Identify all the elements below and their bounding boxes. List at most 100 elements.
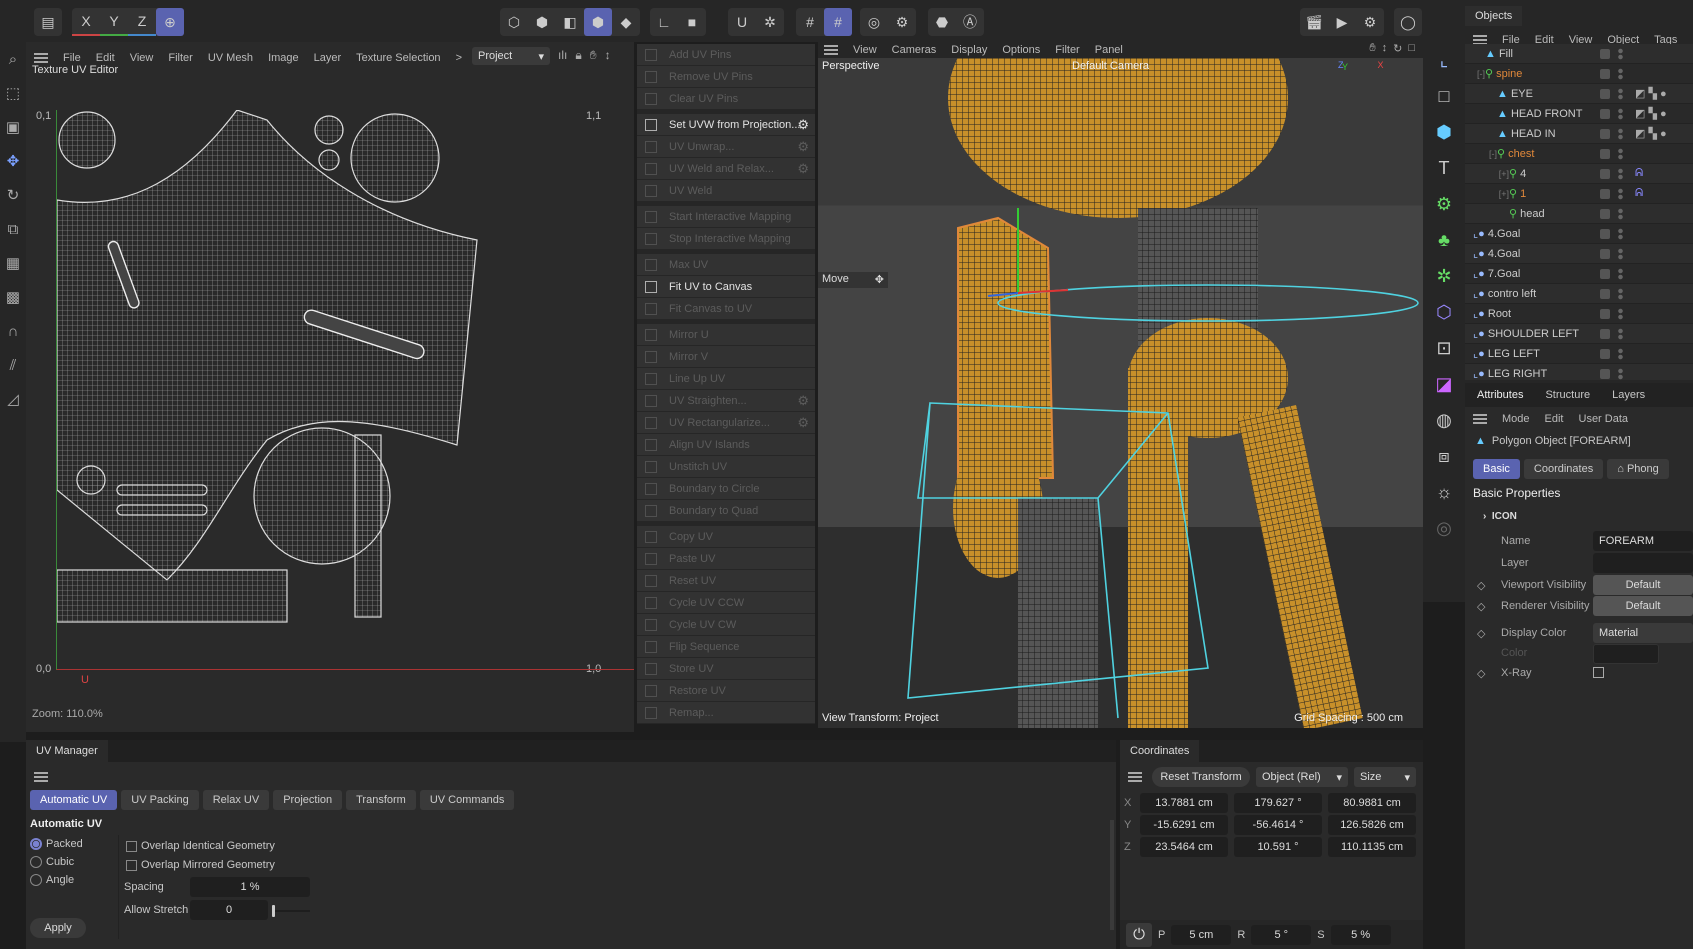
position-step-field[interactable]: 5 cm [1171, 924, 1232, 945]
uv-command-item[interactable]: Boundary to Circle [637, 478, 815, 500]
cube-icon[interactable]: ⬢ [1423, 114, 1465, 150]
material-tags-icon[interactable]: ◩ ▚ ● [1635, 127, 1667, 140]
name-field[interactable]: FOREARM [1593, 531, 1693, 551]
visibility-dots-icon[interactable] [1618, 167, 1623, 180]
menu-layer[interactable]: Layer [314, 52, 342, 64]
pan-icon[interactable]: ✋︎ [590, 48, 597, 63]
snap-toggle-icon[interactable]: ⏻ [1126, 922, 1152, 947]
ik-tag-icon[interactable]: ᕱ [1635, 187, 1643, 200]
uv-command-item[interactable]: Restore UV [637, 680, 815, 702]
visibility-dots-icon[interactable] [1618, 187, 1623, 200]
xray-checkbox[interactable] [1593, 667, 1604, 678]
allow-stretch-slider[interactable] [272, 905, 310, 917]
visibility-dots-icon[interactable] [1618, 287, 1623, 300]
knife-icon[interactable]: ⫽ [0, 348, 26, 382]
points-mode-icon[interactable]: ⬡ [500, 8, 528, 36]
uv-command-item[interactable]: Cycle UV CW [637, 614, 815, 636]
menu-panel[interactable]: Panel [1095, 44, 1123, 56]
visibility-dots-icon[interactable] [1618, 87, 1623, 100]
pan-icon[interactable]: ✋︎ [1369, 42, 1375, 55]
magnet-icon[interactable]: U [728, 8, 756, 36]
menu-view[interactable]: View [130, 52, 154, 64]
plane-icon[interactable]: ◿ [0, 382, 26, 416]
menu-icon[interactable] [824, 45, 838, 55]
uv-command-item[interactable]: Set UVW from Projection... ⚙ [637, 114, 815, 136]
tab-attributes[interactable]: Attributes [1477, 389, 1523, 401]
position-field[interactable]: 13.7881 cm [1140, 793, 1228, 813]
tab-objects[interactable]: Objects [1465, 6, 1523, 26]
keyframe-diamond-icon[interactable]: ◇ [1477, 667, 1485, 680]
visibility-dots-icon[interactable] [1618, 127, 1623, 140]
uv-command-item[interactable]: Add UV Pins [637, 44, 815, 66]
object-row[interactable]: ▲ HEAD IN ◩ ▚ ● [1465, 124, 1693, 144]
size-field[interactable]: 80.9881 cm [1328, 793, 1416, 813]
camera-object-icon[interactable]: ⧈ [1423, 438, 1465, 474]
visibility-dots-icon[interactable] [1618, 307, 1623, 320]
edges-mode-icon[interactable]: ⬢ [528, 8, 556, 36]
keyframe-diamond-icon[interactable]: ◇ [1477, 579, 1485, 592]
icon-group[interactable]: › ICON [1483, 511, 1517, 522]
tab-uv-packing[interactable]: UV Packing [121, 790, 199, 810]
edit-icon[interactable] [1600, 368, 1610, 379]
menu-icon[interactable] [34, 53, 48, 63]
spline-icon[interactable]: □ [1423, 78, 1465, 114]
rotation-step-field[interactable]: 5 ° [1251, 924, 1312, 945]
object-row[interactable]: ⌞● LEG RIGHT [1465, 364, 1693, 380]
object-row[interactable]: ⌞● 7.Goal [1465, 264, 1693, 284]
gear-icon[interactable]: ⚙ [888, 8, 916, 36]
expand-toggle[interactable]: [-] [1465, 69, 1485, 79]
uv-command-item[interactable]: Copy UV [637, 526, 815, 548]
position-field[interactable]: -15.6291 cm [1140, 815, 1228, 835]
edit-icon[interactable] [1600, 108, 1610, 119]
reset-transform-button[interactable]: Reset Transform [1152, 767, 1250, 787]
snap-settings-icon[interactable]: ✲ [756, 8, 784, 36]
gear-icon[interactable]: ⚙ [797, 161, 809, 177]
uv-command-item[interactable]: UV Weld and Relax... ⚙ [637, 158, 815, 180]
menu-view[interactable]: View [853, 44, 877, 56]
generator-icon[interactable]: ⚙ [1423, 186, 1465, 222]
object-row[interactable]: ▲ EYE ◩ ▚ ● [1465, 84, 1693, 104]
lock-icon[interactable]: 🔒︎ [575, 48, 581, 63]
object-row[interactable]: ⌞● Root [1465, 304, 1693, 324]
object-row[interactable]: [-] ⚲ chest [1465, 144, 1693, 164]
object-row[interactable]: [+] ⚲ 1 ᕱ [1465, 184, 1693, 204]
histogram-icon[interactable]: ılı [558, 48, 567, 63]
menu-texture-selection[interactable]: Texture Selection [356, 52, 440, 64]
grid-icon[interactable]: # [796, 8, 824, 36]
renderer-visibility-select[interactable]: Default [1593, 596, 1693, 616]
overlap-mirrored-checkbox[interactable]: Overlap Mirrored Geometry [126, 859, 275, 871]
radio-cubic[interactable]: Cubic [30, 856, 83, 868]
orbit-icon[interactable]: ↻ [1393, 42, 1402, 55]
search-icon[interactable]: ⌕ [0, 42, 26, 76]
uv-command-item[interactable]: Unstitch UV [637, 456, 815, 478]
x-axis-toggle[interactable]: X [72, 8, 100, 36]
scale-icon[interactable]: ⧉ [0, 212, 26, 246]
edit-icon[interactable] [1600, 48, 1610, 59]
tag-icon[interactable]: ◎ [1423, 510, 1465, 546]
uv-command-item[interactable]: Start Interactive Mapping [637, 206, 815, 228]
edit-icon[interactable] [1600, 128, 1610, 139]
uv-command-item[interactable]: Align UV Islands [637, 434, 815, 456]
menu-user-data[interactable]: User Data [1579, 413, 1629, 425]
camera-icon[interactable]: ⬣ [928, 8, 956, 36]
visibility-dots-icon[interactable] [1618, 147, 1623, 160]
rotation-field[interactable]: 10.591 ° [1234, 837, 1322, 857]
scale-step-field[interactable]: 5 % [1330, 924, 1391, 945]
scene-icon[interactable]: ⊡ [1423, 330, 1465, 366]
polygons-mode-icon[interactable]: ◧ [556, 8, 584, 36]
target-icon[interactable]: ◎ [860, 8, 888, 36]
edit-icon[interactable] [1600, 188, 1610, 199]
dolly-icon[interactable]: ↕ [1382, 42, 1388, 55]
visibility-dots-icon[interactable] [1618, 347, 1623, 360]
uv-command-item[interactable]: Boundary to Quad [637, 500, 815, 522]
auto-icon[interactable]: Ⓐ [956, 8, 984, 36]
file-icon[interactable]: ▤ [34, 8, 62, 36]
menu-filter[interactable]: Filter [168, 52, 192, 64]
z-axis-toggle[interactable]: Z [128, 8, 156, 36]
object-row[interactable]: ⌞● LEG LEFT [1465, 344, 1693, 364]
visibility-dots-icon[interactable] [1618, 267, 1623, 280]
tab-relax-uv[interactable]: Relax UV [202, 790, 270, 810]
viewport-visibility-select[interactable]: Default [1593, 575, 1693, 595]
grid-snap-icon[interactable]: # [824, 8, 852, 36]
material-tags-icon[interactable]: ◩ ▚ ● [1635, 87, 1667, 100]
